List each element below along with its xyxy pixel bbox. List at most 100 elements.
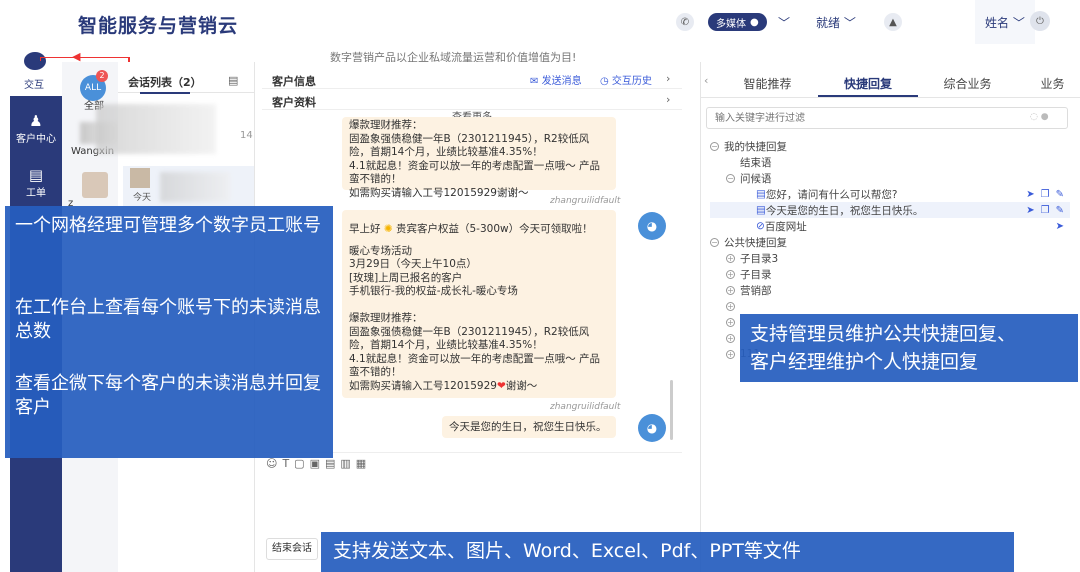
chevron-left-icon[interactable]: ‹	[704, 74, 708, 87]
ticket-icon: ▤	[28, 166, 44, 184]
media-toggle[interactable]: 多媒体 ●	[708, 13, 767, 31]
callout-text-3: 查看企微下每个客户的未读消息并回复客户	[15, 373, 321, 418]
tab-recommend[interactable]: 智能推荐	[720, 75, 815, 92]
tab-business[interactable]: 综合业务	[920, 75, 1015, 92]
tree-node-label: 结束语	[740, 156, 772, 169]
customer-data-label: 客户资料	[272, 96, 316, 109]
mail-icon: ✉	[530, 76, 539, 87]
toggle-dot-icon: ●	[750, 16, 759, 28]
tree-node[interactable]: − 我的快捷回复	[710, 138, 1070, 154]
tree-node[interactable]: +	[710, 298, 1070, 314]
collapse-icon: −	[710, 237, 719, 247]
unread-badge: 2	[96, 70, 108, 82]
tree-node-label: 问候语	[740, 172, 772, 185]
expand-icon: +	[726, 269, 735, 279]
message-line: 3月29日（今天上午10点）	[349, 258, 477, 270]
editor-toolbar[interactable]: ☺T▢▣▤▥▦	[266, 457, 371, 470]
rail-item-ticket[interactable]: ▤ 工单	[10, 166, 62, 199]
rail-label: 客户中心	[16, 134, 56, 145]
tree-node-label: 我的快捷回复	[724, 140, 787, 153]
sun-icon: ✺	[383, 223, 393, 235]
message-line: 固盈象强债稳健一年B（2301211945），R2较低风	[349, 132, 590, 145]
feature-callout-right: 支持管理员维护公共快捷回复、 客户经理维护个人快捷回复	[740, 314, 1078, 382]
message-line: 暖心专场活动	[349, 244, 412, 257]
tree-node[interactable]: − 问候语	[710, 170, 1070, 186]
list-item[interactable]	[96, 104, 216, 154]
link-icon: ⊘	[756, 220, 765, 232]
tree-node[interactable]: 结束语	[710, 154, 1070, 170]
document-icon: ▤	[756, 188, 766, 200]
history-link[interactable]: ◷ 交互历史	[600, 72, 652, 87]
message-line: 早上好 ✺ 贵宾客户权益（5-300w）今天可领取啦！	[349, 223, 609, 237]
expand-icon: +	[726, 349, 735, 359]
tab-quick-reply[interactable]: 快捷回复	[818, 75, 918, 92]
tree-node-label: 百度网址	[764, 220, 807, 233]
user-name: 姓名	[985, 16, 1010, 30]
tab-more[interactable]: 业务	[1030, 75, 1075, 92]
tree-node[interactable]: + 子目录	[710, 266, 1070, 282]
bot-avatar: ◕	[638, 212, 666, 240]
phone-icon[interactable]: ✆	[676, 13, 694, 31]
message-line: 爆款理财推荐：	[349, 119, 423, 131]
active-tab-indicator	[140, 92, 190, 94]
message-line: 险，首期14个月，业绩比较基准4.35%！	[349, 146, 543, 158]
chevron-right-icon[interactable]: ›	[666, 93, 670, 106]
tree-node[interactable]: + 子目录3	[710, 250, 1070, 266]
avatar	[130, 168, 150, 188]
chat-icon[interactable]	[24, 52, 46, 70]
message-line: 4.1就起息！资金可以放一年的考虑配置一点哦～ 产品	[349, 352, 601, 365]
contact-text: 如需购买请输入工号12015929	[349, 379, 497, 392]
tree-node-label: 营销部	[740, 284, 772, 297]
expand-icon: +	[726, 301, 735, 311]
tree-node[interactable]: ▤ 您好，请问有什么可以帮您? ➤❐✎	[710, 186, 1070, 202]
message-line: 蛮不错的！	[349, 173, 402, 185]
expand-icon: +	[726, 317, 735, 327]
tree-node[interactable]: ⊘ 百度网址 ➤	[710, 218, 1070, 234]
heart-icon: ❤	[496, 379, 506, 392]
callout-text-5: 客户经理维护个人快捷回复	[750, 351, 979, 373]
message-line: 固盈象强债稳健一年B（2301211945），R2较低风	[349, 325, 590, 338]
filter-options-icon[interactable]: ◌ ●	[1030, 112, 1049, 122]
power-icon[interactable]: ⏻	[1030, 11, 1050, 31]
collapse-icon: −	[726, 173, 735, 183]
status-dropdown[interactable]: 就绪 ﹀	[816, 14, 856, 31]
feature-callout-bottom: 支持发送文本、图片、Word、Excel、Pdf、PPT等文件	[321, 532, 1014, 572]
rail-item-customer[interactable]: ♟ 客户中心	[10, 112, 62, 145]
row-actions[interactable]: ➤	[1056, 221, 1070, 232]
list-item-preview	[160, 172, 230, 202]
collapse-icon: −	[710, 141, 719, 151]
row-actions[interactable]: ➤❐✎	[1026, 205, 1070, 216]
send-message-label: 发送消息	[541, 76, 582, 87]
row-actions[interactable]: ➤❐✎	[1026, 189, 1070, 200]
filter-input[interactable]	[706, 107, 1068, 129]
chat-scrollbar[interactable]	[670, 380, 673, 440]
sender-name: zhangruilidfault	[550, 196, 621, 206]
chevron-down-icon[interactable]: ﹀	[778, 14, 790, 31]
send-message-link[interactable]: ✉ 发送消息	[530, 72, 582, 87]
chevron-right-icon[interactable]: ›	[666, 72, 670, 85]
end-session-button[interactable]: 结束会话	[266, 538, 318, 560]
message-line: 4.1就起息！资金可以放一年的考虑配置一点哦～ 产品	[349, 159, 601, 172]
app-title: 智能服务与营销云	[78, 15, 239, 37]
tree-node[interactable]: + 营销部	[710, 282, 1070, 298]
media-label: 多媒体	[716, 18, 746, 30]
rights-text: 贵宾客户权益（5-300w）今天可领取啦！	[396, 223, 593, 235]
tree-node[interactable]: − 公共快捷回复	[710, 234, 1070, 250]
callout-text-4: 支持管理员维护公共快捷回复、	[750, 323, 1017, 345]
tree-node-label: 您好，请问有什么可以帮您?	[765, 188, 898, 201]
message-line: [玫瑰]上周已报名的客户	[349, 271, 463, 284]
customer-icon: ♟	[29, 112, 43, 130]
divider	[700, 97, 1080, 98]
message-text: 暖心专场活动 3月29日（今天上午10点） [玫瑰]上周已报名的客户 手机银行-我的权…	[349, 245, 609, 380]
list-icon[interactable]: ▤	[228, 74, 238, 87]
message-line: 手机银行-我的权益-成长礼-暖心专场	[349, 285, 518, 297]
rail-item-interact[interactable]: 交互	[24, 76, 44, 91]
expand-icon: +	[726, 333, 735, 343]
feature-callout-left: 一个网格经理可管理多个数字员工账号 在工作台上查看每个账号下的未读消息总数 查看…	[5, 206, 333, 458]
message-line: 险，首期14个月，业绩比较基准4.35%！	[349, 339, 543, 351]
account-avatar-2[interactable]	[82, 172, 108, 198]
user-menu[interactable]: 姓名 ﹀	[985, 14, 1025, 31]
bell-icon[interactable]: ▲	[884, 13, 902, 31]
tree-node[interactable]: ▤ 今天是您的生日，祝您生日快乐。 ➤❐✎	[710, 202, 1070, 218]
thanks-text: 谢谢～	[505, 379, 538, 392]
